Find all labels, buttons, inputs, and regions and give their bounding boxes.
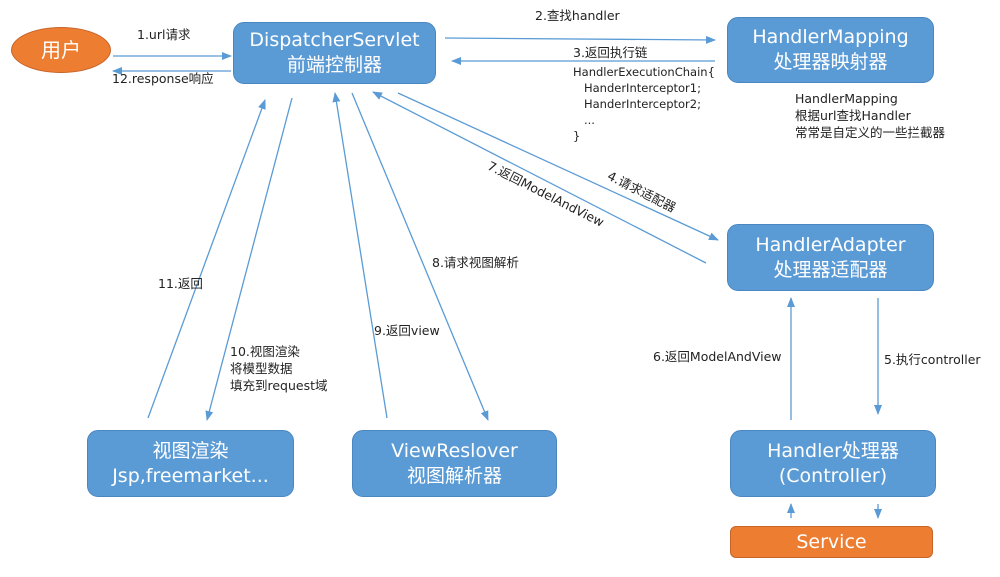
execution-chain-line: HanderInterceptor2; [573, 97, 701, 111]
handler-mapping-node[interactable]: HandlerMapping 处理器映射器 [727, 17, 934, 83]
handler-controller-node[interactable]: Handler处理器 (Controller) [730, 430, 936, 497]
edge-label-12: 12.response响应 [112, 71, 214, 86]
edge-label-5: 5.执行controller [884, 352, 981, 367]
handler-title: Handler处理器 [767, 439, 899, 462]
handler-adapter-title: HandlerAdapter [755, 233, 906, 256]
edge-label-6: 6.返回ModelAndView [653, 349, 782, 364]
service-node[interactable]: Service [730, 526, 933, 558]
edge-label-9: 9.返回view [374, 323, 440, 338]
execution-chain-line: } [573, 129, 581, 143]
view-render-node[interactable]: 视图渲染 Jsp,freemarket... [87, 430, 294, 497]
handler-adapter-node[interactable]: HandlerAdapter 处理器适配器 [727, 224, 934, 291]
view-render-title: 视图渲染 [152, 439, 229, 462]
handler-adapter-subtitle: 处理器适配器 [773, 258, 888, 281]
handler-subtitle: (Controller) [778, 464, 888, 487]
render-note-line: 填充到request域 [230, 378, 328, 393]
view-resolver-title: ViewReslover [391, 439, 518, 462]
user-node[interactable]: 用户 [11, 27, 111, 73]
execution-chain-line: HandlerExecutionChain{ [573, 65, 715, 79]
view-resolver-node[interactable]: ViewReslover 视图解析器 [352, 430, 557, 497]
dispatcher-servlet-node[interactable]: DispatcherServlet 前端控制器 [233, 22, 436, 84]
dispatcher-subtitle: 前端控制器 [286, 54, 382, 76]
handler-mapping-title: HandlerMapping [752, 26, 909, 49]
handler-mapping-note-line: 根据url查找Handler [795, 108, 911, 123]
render-note-line: 将模型数据 [230, 361, 293, 376]
edge-label-1: 1.url请求 [137, 27, 191, 42]
service-label: Service [796, 530, 867, 553]
handler-mapping-subtitle: 处理器映射器 [773, 51, 888, 73]
edge-label-10: 10.视图渲染 将模型数据 填充到request域 [230, 343, 328, 394]
arrow-view-resolver-to-dispatcher [332, 92, 388, 419]
edge-label-10-title: 10.视图渲染 [230, 344, 300, 359]
edge-label-11: 11.返回 [158, 276, 203, 291]
edge-label-2: 2.查找handler [535, 8, 620, 23]
dispatcher-title: DispatcherServlet [249, 29, 420, 52]
view-resolver-subtitle: 视图解析器 [406, 464, 502, 487]
arrow-dispatcher-to-handler-mapping [444, 35, 716, 44]
edge-label-8: 8.请求视图解析 [432, 255, 519, 270]
execution-chain-line: ... [573, 113, 595, 127]
handler-mapping-note: HandlerMapping 根据url查找Handler 常常是自定义的一些拦… [795, 90, 945, 141]
execution-chain-note: HandlerExecutionChain{ HanderInterceptor… [573, 64, 715, 144]
user-label: 用户 [41, 38, 81, 62]
handler-mapping-note-line: HandlerMapping [795, 91, 898, 106]
handler-mapping-note-line: 常常是自定义的一些拦截器 [795, 125, 946, 140]
edge-label-3: 3.返回执行链 [573, 45, 648, 60]
view-render-subtitle: Jsp,freemarket... [112, 464, 269, 487]
execution-chain-line: HanderInterceptor1; [573, 81, 701, 95]
